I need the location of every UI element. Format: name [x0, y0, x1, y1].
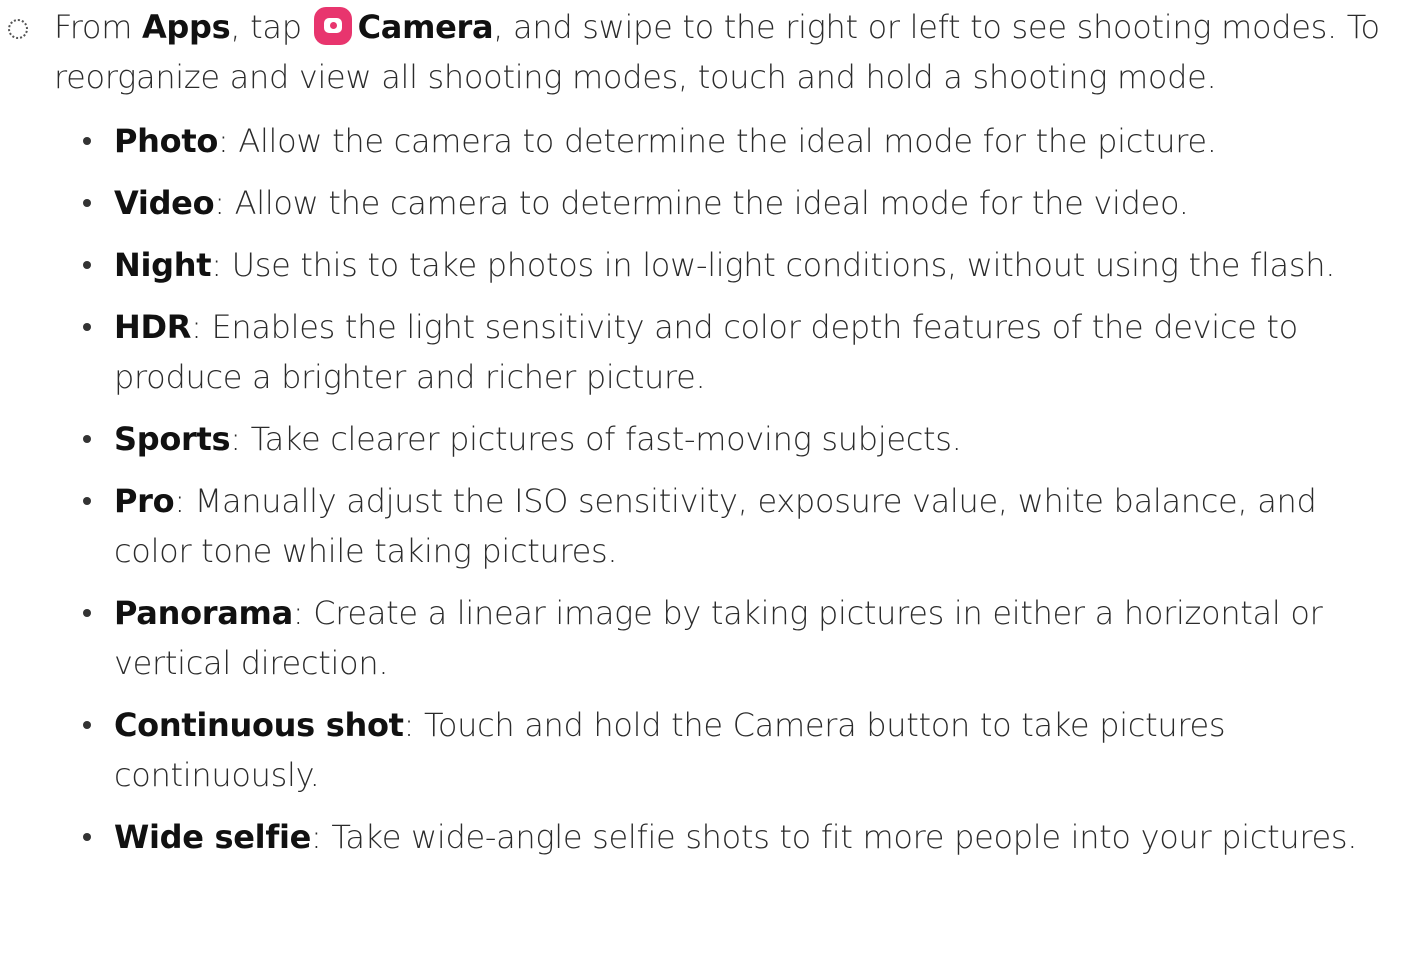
mode-desc: : Manually adjust the ISO sensitivity, e…	[114, 482, 1317, 570]
mode-name: Panorama	[114, 594, 293, 632]
mode-desc: : Create a linear image by taking pictur…	[114, 594, 1323, 682]
bullet-dot-icon	[83, 323, 91, 331]
bullet-dot-icon	[83, 199, 91, 207]
shooting-modes-list: Photo: Allow the camera to determine the…	[0, 116, 1411, 874]
list-item-continuous-shot: Continuous shot: Touch and hold the Came…	[0, 700, 1411, 800]
mode-name: HDR	[114, 308, 192, 346]
mode-name: Pro	[114, 482, 175, 520]
camera-lens-shape	[323, 18, 342, 33]
bullet-dot-icon	[83, 721, 91, 729]
mode-desc: : Take clearer pictures of fast-moving s…	[230, 420, 962, 458]
mode-desc: : Use this to take photos in low-light c…	[211, 246, 1336, 284]
list-item-photo: Photo: Allow the camera to determine the…	[0, 116, 1411, 166]
mode-name: Continuous shot	[114, 706, 404, 744]
mode-name: Video	[114, 184, 215, 222]
mode-name: Wide selfie	[114, 818, 312, 856]
mode-desc: : Allow the camera to determine the idea…	[214, 184, 1189, 222]
mode-name: Sports	[114, 420, 231, 458]
list-item-panorama: Panorama: Create a linear image by takin…	[0, 588, 1411, 688]
bullet-dot-icon	[83, 497, 91, 505]
step-circle-icon	[8, 19, 28, 39]
bullet-dot-icon	[83, 261, 91, 269]
mode-desc: : Allow the camera to determine the idea…	[218, 122, 1217, 160]
bullet-dot-icon	[83, 609, 91, 617]
camera-label: Camera	[357, 8, 494, 46]
document-page: From Apps, tap Camera, and swipe to the …	[0, 0, 1411, 956]
bullet-dot-icon	[83, 833, 91, 841]
step-text-pre: From	[54, 8, 142, 46]
step-text-mid: , tap	[230, 8, 312, 46]
apps-label: Apps	[141, 8, 231, 46]
list-item-night: Night: Use this to take photos in low-li…	[0, 240, 1411, 290]
mode-desc: : Enables the light sensitivity and colo…	[114, 308, 1298, 396]
mode-name: Photo	[114, 122, 219, 160]
list-item-sports: Sports: Take clearer pictures of fast-mo…	[0, 414, 1411, 464]
bullet-dot-icon	[83, 435, 91, 443]
mode-desc: : Take wide-angle selfie shots to fit mo…	[311, 818, 1358, 856]
bullet-dot-icon	[83, 137, 91, 145]
list-item-video: Video: Allow the camera to determine the…	[0, 178, 1411, 228]
mode-name: Night	[114, 246, 212, 284]
camera-app-icon	[313, 7, 352, 45]
list-item-wide-selfie: Wide selfie: Take wide-angle selfie shot…	[0, 812, 1411, 862]
list-item-hdr: HDR: Enables the light sensitivity and c…	[0, 302, 1411, 402]
step-text: From Apps, tap Camera, and swipe to the …	[54, 2, 1404, 102]
list-item-pro: Pro: Manually adjust the ISO sensitivity…	[0, 476, 1411, 576]
